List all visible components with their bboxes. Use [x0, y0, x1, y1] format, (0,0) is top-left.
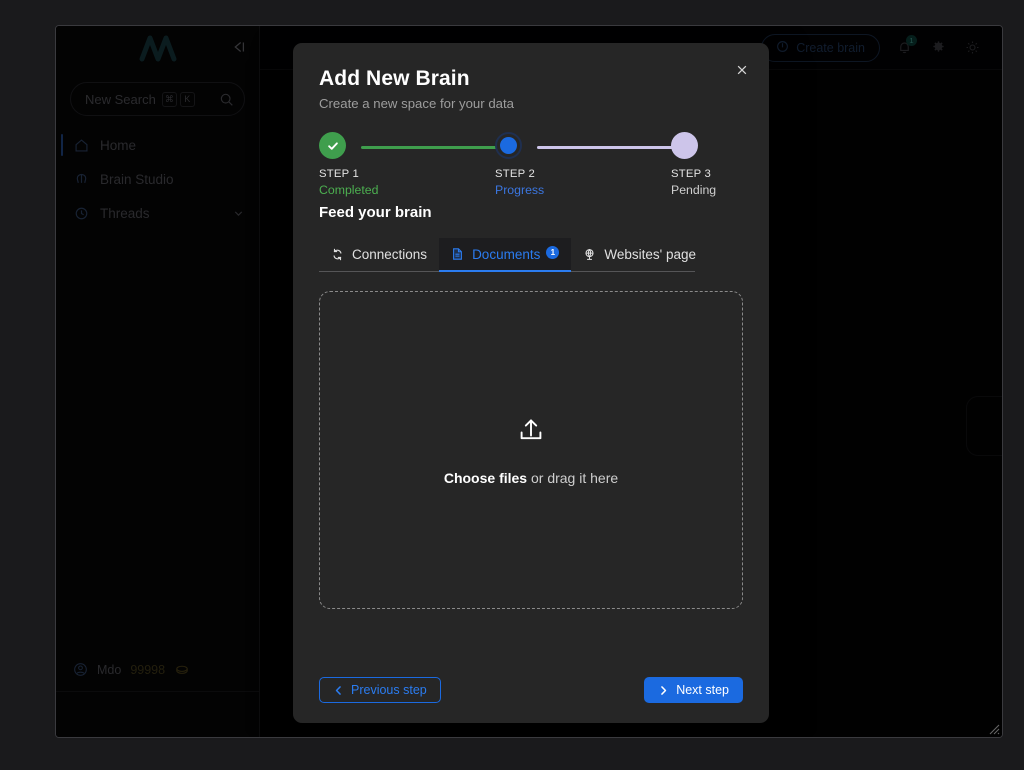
dot-icon	[671, 132, 698, 159]
desktop-background: New Search ⌘ K	[0, 0, 1024, 770]
step-3[interactable]: STEP 3 Pending	[671, 132, 759, 197]
page-title: Add New Brain	[319, 67, 470, 90]
resize-grip[interactable]	[984, 719, 1000, 735]
upload-icon	[516, 415, 546, 450]
globe-icon	[583, 248, 596, 261]
tab-websites-page[interactable]: Websites' page	[571, 238, 708, 271]
choose-files-link[interactable]: Choose files	[444, 470, 527, 486]
dot-icon	[495, 132, 522, 159]
tab-connections[interactable]: Connections	[319, 238, 439, 271]
step-2[interactable]: STEP 2 Progress	[495, 132, 583, 197]
step-progress: STEP 1 Completed STEP 2 Progress STEP 3 …	[319, 132, 743, 197]
step-status: Completed	[319, 183, 379, 197]
next-step-label: Next step	[676, 683, 729, 697]
dropzone-hint: or drag it here	[527, 469, 619, 486]
chevron-left-icon	[333, 685, 344, 696]
file-dropzone[interactable]: Choose files or drag it here	[319, 291, 743, 609]
step-1[interactable]: STEP 1 Completed	[319, 132, 407, 197]
section-title: Feed your brain	[319, 204, 432, 221]
tab-documents[interactable]: Documents 1	[439, 238, 572, 272]
modal-footer: Previous step Next step	[319, 677, 743, 703]
status-badge: 1	[546, 246, 560, 259]
step-label: STEP 2	[495, 168, 535, 180]
step-status: Progress	[495, 183, 545, 197]
previous-step-label: Previous step	[351, 683, 427, 697]
check-icon	[319, 132, 346, 159]
step-label: STEP 1	[319, 168, 359, 180]
add-new-brain-modal: Add New Brain Create a new space for you…	[293, 43, 769, 723]
modal-subtitle: Create a new space for your data	[319, 96, 514, 111]
app-window: New Search ⌘ K	[55, 25, 1003, 738]
chevron-right-icon	[658, 685, 669, 696]
next-step-button[interactable]: Next step	[644, 677, 743, 703]
step-status: Pending	[671, 183, 717, 197]
close-icon[interactable]	[731, 59, 753, 81]
tab-label: Documents	[472, 246, 541, 262]
sync-icon	[331, 248, 344, 261]
tab-label: Connections	[352, 246, 428, 262]
step-label: STEP 3	[671, 168, 711, 180]
tab-label: Websites' page	[604, 246, 696, 262]
feed-tabs: Connections Documents 1 Websites' page	[319, 238, 696, 272]
document-icon	[451, 246, 464, 262]
previous-step-button[interactable]: Previous step	[319, 677, 441, 703]
dropzone-text: Choose files or drag it here	[444, 470, 618, 486]
